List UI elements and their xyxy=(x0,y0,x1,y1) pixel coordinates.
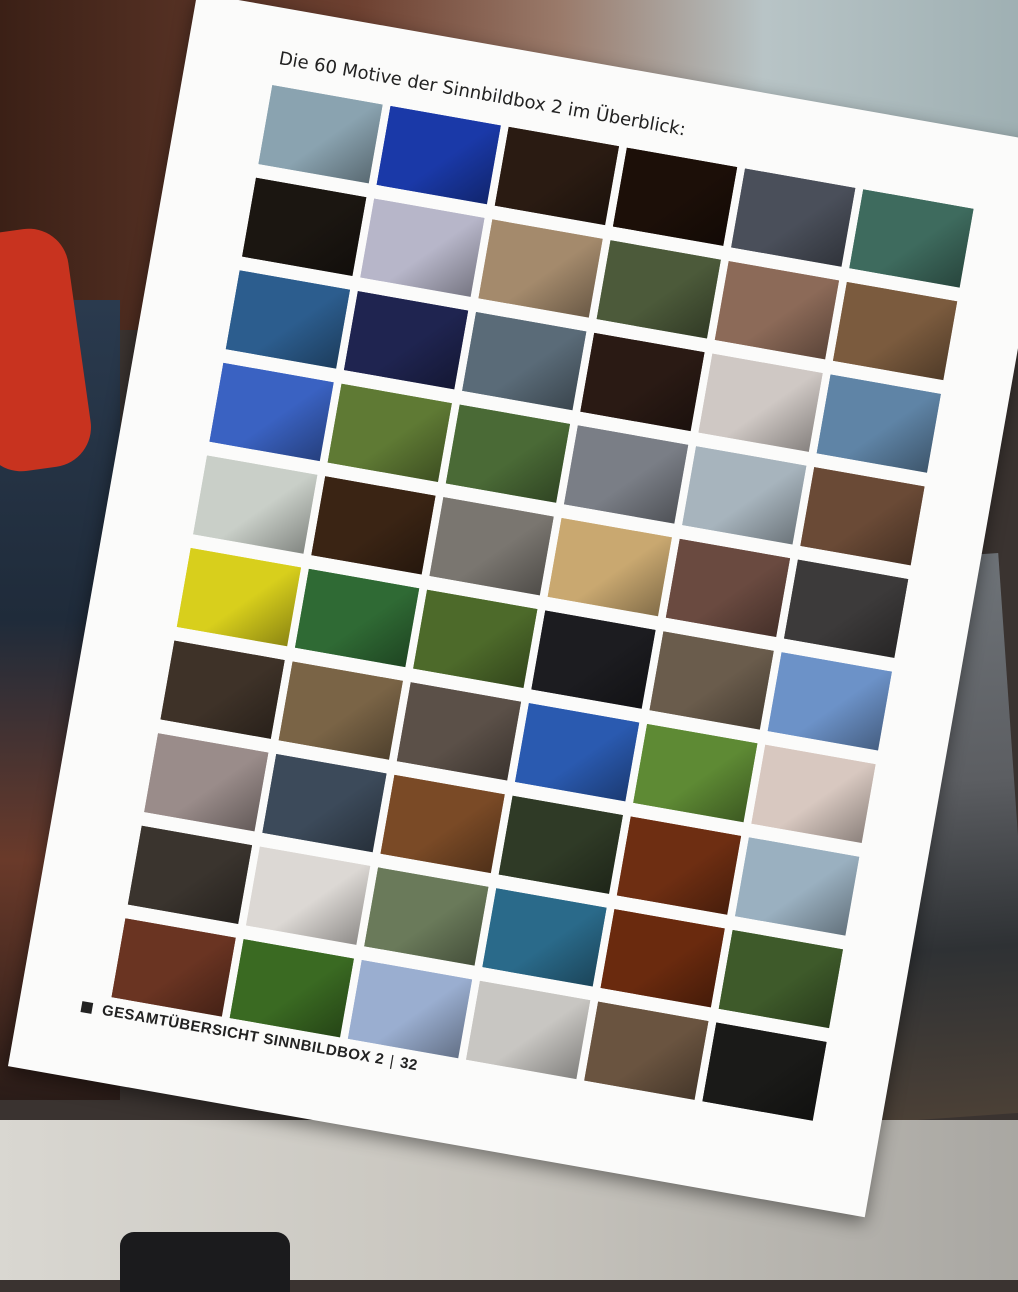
motif-thumbnail xyxy=(600,909,725,1008)
motif-thumbnail xyxy=(735,837,860,936)
motif-thumbnail xyxy=(800,467,925,566)
motif-thumbnail xyxy=(584,1001,709,1100)
motif-thumbnail xyxy=(718,929,843,1029)
motif-thumbnail xyxy=(531,610,656,709)
motif-thumbnail xyxy=(482,888,607,987)
motif-thumbnail xyxy=(380,774,505,874)
motif-thumbnail xyxy=(466,980,591,1080)
motif-thumbnail xyxy=(311,476,436,575)
motif-thumbnail xyxy=(295,568,420,668)
motif-thumbnail xyxy=(111,918,236,1017)
motif-thumbnail xyxy=(698,353,823,452)
motif-thumbnail xyxy=(616,816,742,915)
square-bullet-icon xyxy=(80,1001,94,1014)
motif-thumbnail xyxy=(396,682,522,781)
motif-thumbnail xyxy=(262,754,387,853)
motif-thumbnail xyxy=(360,198,485,297)
motif-thumbnail xyxy=(160,640,285,739)
motif-thumbnail xyxy=(258,85,383,184)
motif-thumbnail xyxy=(564,425,689,524)
motif-thumbnail xyxy=(225,270,350,369)
motif-thumbnail xyxy=(731,168,856,267)
motif-thumbnail xyxy=(494,126,619,226)
motif-thumbnail xyxy=(144,733,269,832)
motif-thumbnail xyxy=(816,374,941,473)
motif-thumbnail xyxy=(767,652,892,751)
footer-page-number: 32 xyxy=(398,1054,420,1075)
motif-thumbnail xyxy=(343,291,469,390)
motif-thumbnail xyxy=(413,589,538,688)
motif-thumbnail xyxy=(429,497,554,596)
motif-thumbnail xyxy=(209,362,334,462)
motif-thumbnail xyxy=(612,147,738,246)
motif-thumbnail xyxy=(682,446,807,545)
motif-thumbnail xyxy=(547,517,672,617)
motif-grid xyxy=(111,85,974,1121)
motif-thumbnail xyxy=(445,404,571,503)
motif-thumbnail xyxy=(347,960,473,1059)
motif-thumbnail xyxy=(376,106,501,205)
background-dark-object xyxy=(120,1232,290,1292)
motif-thumbnail xyxy=(176,548,302,647)
motif-thumbnail xyxy=(278,661,403,760)
motif-thumbnail xyxy=(751,744,876,844)
motif-thumbnail xyxy=(784,559,909,658)
motif-thumbnail xyxy=(633,723,758,823)
motif-thumbnail xyxy=(229,939,354,1038)
motif-thumbnail xyxy=(649,631,774,730)
motif-thumbnail xyxy=(833,281,958,381)
footer-separator: | xyxy=(388,1052,396,1071)
motif-thumbnail xyxy=(462,312,587,411)
motif-thumbnail xyxy=(714,261,840,360)
motif-thumbnail xyxy=(193,455,318,554)
motif-thumbnail xyxy=(596,240,721,339)
motif-thumbnail xyxy=(478,219,603,318)
motif-thumbnail xyxy=(327,383,452,482)
motif-thumbnail xyxy=(242,177,367,276)
motif-thumbnail xyxy=(702,1022,827,1121)
motif-thumbnail xyxy=(849,189,974,288)
motif-thumbnail xyxy=(665,538,791,638)
motif-thumbnail xyxy=(498,795,623,894)
motif-thumbnail xyxy=(364,867,489,966)
motif-thumbnail xyxy=(127,825,253,924)
motif-thumbnail xyxy=(246,846,371,945)
motif-thumbnail xyxy=(515,703,640,802)
motif-thumbnail xyxy=(580,332,705,432)
